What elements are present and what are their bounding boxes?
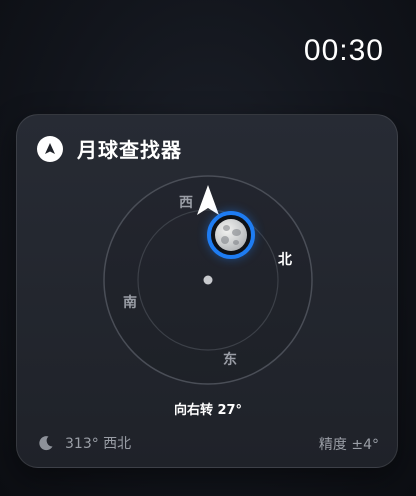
accuracy-readout: 精度 ±4° [318,437,379,453]
direction-north-label: 北 [278,252,292,268]
moon-position-marker[interactable] [207,211,255,259]
azimuth-readout: 313° 西北 [37,433,131,453]
direction-west-label: 西 [179,195,193,211]
turn-instruction: 向右转 27° [173,403,243,418]
moon-finder-widget[interactable]: 月球查找器 西 北 南 东 向右转 27° 313° 西北 精度 ±4° [16,114,398,468]
clock-time: 00:30 [303,34,384,67]
direction-east-label: 东 [223,352,237,368]
azimuth-text: 313° 西北 [65,436,132,452]
direction-south-label: 南 [123,295,137,311]
compass-center-dot [203,275,213,285]
moon-icon [215,219,247,251]
crescent-moon-icon [39,436,53,451]
